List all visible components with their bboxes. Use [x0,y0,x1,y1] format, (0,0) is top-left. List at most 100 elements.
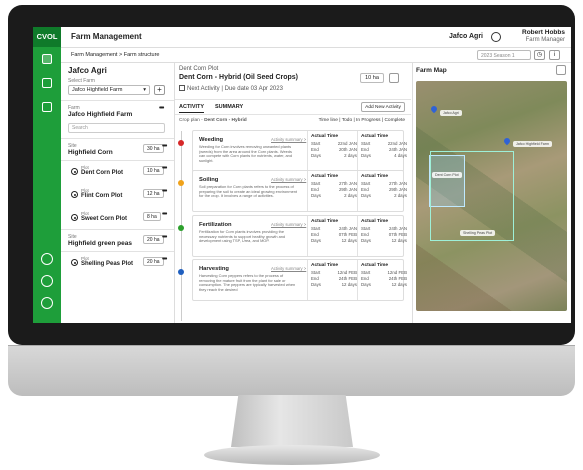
plot-detail-panel: Dent Corn Plot Dent Corn - Hybrid (Oil S… [175,63,411,323]
edit-icon[interactable] [179,85,185,91]
plot-menu-icon[interactable]: ••• [162,165,167,172]
activity-summary-link[interactable]: Activity summary > [271,222,306,227]
actual-time-heading: Actual Time [361,219,389,224]
farm-select[interactable]: Jafco Highfield Farm ▾ [68,85,150,95]
site-name[interactable]: Highfield green peas [68,240,132,247]
days-label: Days [311,281,322,287]
actual-time-heading: Actual Time [311,219,339,224]
activity-title: Weeding [199,137,224,143]
user-role: Farm Manager [525,37,565,43]
site-menu-icon[interactable]: ••• [162,143,167,150]
duration: 12 days [391,237,407,243]
plot-name[interactable]: Flint Corn Plot [81,193,122,199]
divider [61,138,174,139]
location-pin-icon[interactable] [429,104,439,114]
plot-area-badge: 12 ha [143,189,164,198]
farm-menu-icon[interactable]: ••• [159,105,164,112]
activity-summary-link[interactable]: Activity summary > [271,137,306,142]
map-layers-icon[interactable] [556,65,566,75]
satellite-map[interactable]: Jafco Agri Jafco Highfield Farm Dent Cor… [416,81,567,311]
plot-radio[interactable] [71,168,78,175]
timeline-dot [178,225,184,231]
next-activity: Next Activity | Due date 03 Apr 2023 [179,85,283,92]
view-toggle[interactable]: Time line | Todo | In Progress | Complet… [319,118,405,123]
plot-menu-icon[interactable]: ••• [162,256,167,263]
history-icon[interactable]: ◷ [534,50,545,60]
org-title: Jafco Agri [68,66,107,75]
site-menu-icon[interactable]: ••• [162,234,167,241]
add-activity-button[interactable]: Add New Activity [361,102,405,112]
divider [61,100,174,101]
add-farm-button[interactable]: + [154,85,165,95]
app-header: Farm Management Jafco Agri Robert Hobbs … [61,27,571,48]
org-name: Jafco Agri [449,33,483,40]
chat-icon[interactable] [389,73,399,83]
actual-time-heading: Actual Time [361,134,389,139]
farm-structure-icon[interactable] [42,54,52,64]
divider [357,260,358,300]
plot-area-badge: 10 ha [360,73,384,83]
days-label: Days [311,237,322,243]
search-input[interactable]: Search [68,123,165,133]
actual-time-column: Actual Time Start 12nd FEB End 24th FEB Da… [361,263,407,288]
timeline-dot [178,180,184,186]
camera-icon[interactable] [41,275,53,287]
plot-area-badge: 20 ha [143,257,164,266]
days-label: Days [361,281,372,287]
divider [307,216,308,256]
activity-card[interactable]: Harvesting Activity summary > Harvesting… [192,259,407,301]
plot-radio[interactable] [71,191,78,198]
site-boundary[interactable] [430,151,514,241]
plot-radio[interactable] [71,214,78,221]
site-area-badge: 20 ha [143,235,164,244]
actual-time-heading: Actual Time [311,174,339,179]
plot-name[interactable]: Shelling Peas Plot [81,261,133,267]
plot-name[interactable]: Dent Corn Plot [81,170,123,176]
days-label: Days [311,152,322,158]
user-name[interactable]: Robert Hobbs [522,29,565,36]
app-screen: CVOL Farm Management Jafco Agri Robert H… [33,27,571,323]
plot-menu-icon[interactable]: ••• [162,211,167,218]
activity-card[interactable]: Weeding Activity summary > Weeding for C… [192,130,407,172]
site-name[interactable]: Highfield Corn [68,149,113,156]
actual-time-heading: Actual Time [361,174,389,179]
activity-summary-link[interactable]: Activity summary > [271,177,306,182]
days-label: Days [361,237,372,243]
tab-summary[interactable]: SUMMARY [215,104,243,110]
season-select[interactable]: 2023 Season 1 [477,50,531,60]
map-title: Farm Map [416,67,447,74]
activity-card[interactable]: Soiling Activity summary > Soil preparat… [192,170,407,212]
monitor-stand [231,395,353,447]
divider [61,160,174,161]
location-pin-icon[interactable] [502,136,512,146]
actual-time-column: Actual Time Start 24th JAN End 07th FEB Da… [311,219,357,244]
activity-card[interactable]: Fertilization Activity summary > Fertili… [192,215,407,257]
farm-name: Jafco Highfield Farm [68,111,133,118]
plot-area-badge: 8 ha [143,212,161,221]
actual-time-column: Actual Time Start 24th JAN End 07th FEB Da… [361,219,407,244]
app-title: Farm Management [71,32,142,41]
crop-plan: Crop plan - Dent Corn - Hybrid [179,118,247,123]
edit-icon[interactable] [42,102,52,112]
duration: 12 days [341,237,357,243]
plot-name[interactable]: Sweet Corn Plot [81,216,127,222]
calendar-icon[interactable] [42,78,52,88]
next-activity-text: Next Activity | Due date 03 Apr 2023 [187,86,283,92]
activity-description: Soil preparation for Corn plants refers … [199,184,297,199]
cvol-logo: CVOL [33,27,61,47]
plot-radio[interactable] [71,259,78,266]
duration: 12 days [341,281,357,287]
activity-summary-link[interactable]: Activity summary > [271,266,306,271]
tab-activity[interactable]: ACTIVITY [179,104,205,113]
divider [357,131,358,171]
user-avatar-icon[interactable] [491,32,501,42]
settings-icon[interactable] [41,297,53,309]
left-nav-rail: CVOL [33,27,61,323]
actual-time-heading: Actual Time [311,134,339,139]
clock-icon[interactable] [41,253,53,265]
actual-time-column: Actual Time Start 12nd FEB End 24th FEB Da… [311,263,357,288]
breadcrumb[interactable]: Farm Management > Farm structure [71,52,160,58]
plot-menu-icon[interactable]: ••• [162,188,167,195]
activity-description: Harvesting Corn peppers refers to the pr… [199,273,296,292]
info-icon[interactable]: i [549,50,560,60]
